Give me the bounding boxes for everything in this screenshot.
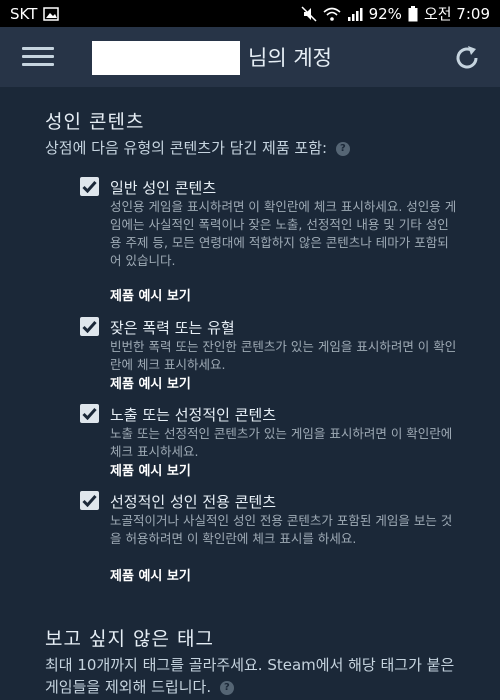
help-icon[interactable]: ? <box>219 680 234 695</box>
battery-percent: 92% <box>368 4 402 23</box>
checkbox-general-adult[interactable] <box>80 177 99 196</box>
option-description: 성인용 게임을 표시하려면 이 확인란에 체크 표시하세요. 성인용 게임에는 … <box>110 199 457 268</box>
option-adult-only: 선정적인 성인 전용 콘텐츠 노골적이거나 사실적인 성인 전용 콘텐츠가 포함… <box>80 491 470 584</box>
checkbox-nudity[interactable] <box>80 404 99 423</box>
option-label: 일반 성인 콘텐츠 <box>110 179 217 197</box>
option-description: 빈번한 폭력 또는 잔인한 콘텐츠가 있는 게임을 표시하려면 이 확인란에 체… <box>110 339 457 372</box>
option-description: 노출 또는 선정적인 콘텐츠가 있는 게임을 표시하려면 이 확인란에 체크 표… <box>110 426 453 459</box>
page-title: 님의 계정 <box>248 46 332 70</box>
excluded-tags-intro: 최대 10개까지 태그를 골라주세요. Steam에서 해당 태그가 붙은 게임… <box>45 654 465 698</box>
option-nudity: 노출 또는 선정적인 콘텐츠 노출 또는 선정적인 콘텐츠가 있는 게임을 표시… <box>80 404 470 479</box>
view-examples-link[interactable]: 제품 예시 보기 <box>110 373 191 392</box>
help-icon[interactable]: ? <box>335 141 350 156</box>
checkmark-icon <box>82 181 97 193</box>
redacted-username <box>92 41 240 75</box>
refresh-icon[interactable] <box>452 43 482 73</box>
settings-content: 성인 콘텐츠 상점에 다음 유형의 콘텐츠가 담긴 제품 포함: ? 일반 성인… <box>0 87 500 700</box>
menu-icon[interactable] <box>22 47 54 69</box>
option-description: 노골적이거나 사실적인 성인 전용 콘텐츠가 포함된 게임을 보는 것을 허용하… <box>110 513 453 546</box>
checkmark-icon <box>82 321 97 333</box>
option-violence-gore: 잦은 폭력 또는 유혈 빈번한 폭력 또는 잔인한 콘텐츠가 있는 게임을 표시… <box>80 317 470 392</box>
option-general-adult: 일반 성인 콘텐츠 성인용 게임을 표시하려면 이 확인란에 체크 표시하세요.… <box>80 177 470 304</box>
option-label: 선정적인 성인 전용 콘텐츠 <box>110 493 277 511</box>
option-label: 노출 또는 선정적인 콘텐츠 <box>110 406 277 424</box>
clock: 오전 7:09 <box>423 5 490 23</box>
adult-content-heading: 성인 콘텐츠 <box>45 111 145 133</box>
wifi-icon <box>323 7 341 21</box>
excluded-tags-intro-text: 최대 10개까지 태그를 골라주세요. Steam에서 해당 태그가 붙은 게임… <box>45 656 455 696</box>
checkbox-adult-only[interactable] <box>80 491 99 510</box>
view-examples-link[interactable]: 제품 예시 보기 <box>110 285 191 304</box>
option-label: 잦은 폭력 또는 유혈 <box>110 319 235 337</box>
checkmark-icon <box>82 495 97 507</box>
app-bar: 님의 계정 <box>0 27 500 87</box>
adult-content-intro: 상점에 다음 유형의 콘텐츠가 담긴 제품 포함: ? <box>45 137 350 158</box>
carrier-label: SKT <box>10 4 38 23</box>
adult-content-intro-text: 상점에 다음 유형의 콘텐츠가 담긴 제품 포함: <box>45 139 328 157</box>
excluded-tags-heading: 보고 싶지 않은 태그 <box>45 628 214 650</box>
checkmark-icon <box>82 408 97 420</box>
checkbox-violence-gore[interactable] <box>80 317 99 336</box>
signal-icon <box>347 7 363 21</box>
image-icon <box>43 6 60 21</box>
status-bar: SKT 92% 오전 7:09 <box>0 0 500 27</box>
battery-icon <box>408 5 418 22</box>
view-examples-link[interactable]: 제품 예시 보기 <box>110 460 191 479</box>
view-examples-link[interactable]: 제품 예시 보기 <box>110 565 191 584</box>
mute-icon <box>301 5 317 22</box>
